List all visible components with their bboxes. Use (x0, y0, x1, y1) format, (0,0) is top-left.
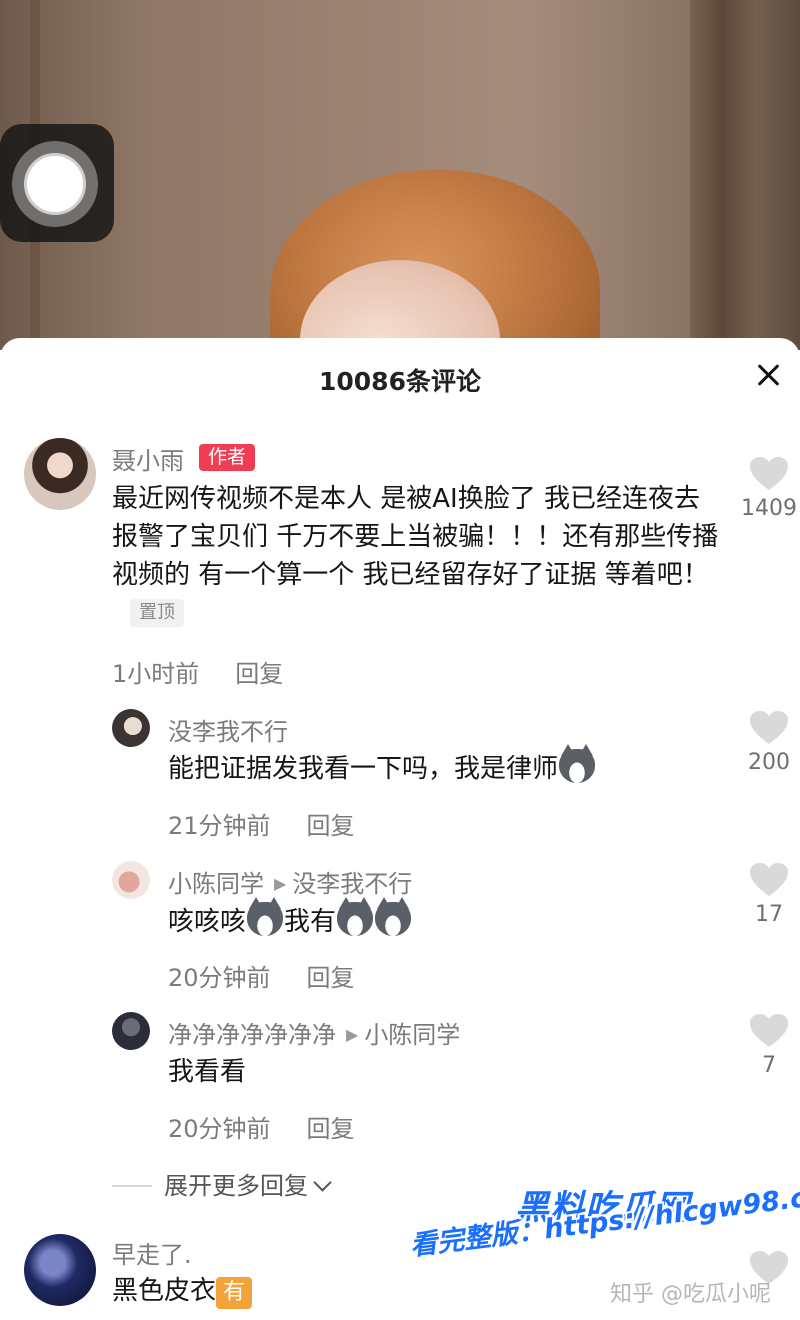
comment-meta: 1小时前 回复 (112, 654, 283, 689)
expand-replies-button[interactable]: 展开更多回复 (112, 1166, 332, 1201)
heart-icon (750, 863, 788, 896)
like-button[interactable]: 7 (739, 1013, 799, 1078)
door-frame (690, 0, 800, 350)
watermark-zhihu: 知乎 @吃瓜小呢 (610, 1282, 771, 1307)
comment-count-title: 10086条评论 (319, 367, 481, 396)
comment-text-body: 最近网传视频不是本人 是被AI换脸了 我已经连夜去报警了宝贝们 千万不要上当被骗… (112, 484, 719, 590)
reply-arrow-icon: ▶ (346, 1025, 359, 1044)
reply-button[interactable]: 回复 (307, 964, 355, 992)
like-count: 1409 (741, 496, 797, 521)
you-emoji-icon: 有 (216, 1277, 253, 1309)
reply-meta: 21分钟前 回复 (168, 806, 355, 841)
reply-text: 能把证据发我看一下吗，我是律师 (168, 744, 728, 788)
reply-username-line: 小陈同学 ▶ 没李我不行 (168, 864, 412, 899)
heart-icon (750, 1014, 788, 1047)
reply-time: 20分钟前 (168, 964, 271, 992)
reply-text-body: 能把证据发我看一下吗，我是律师 (168, 754, 559, 784)
like-count: 17 (755, 902, 783, 927)
reply-arrow-icon: ▶ (274, 874, 287, 893)
husky-emoji-icon (559, 744, 596, 783)
like-count: 7 (762, 1053, 776, 1078)
reply-text: 我看看 (168, 1057, 247, 1087)
reply-time: 20分钟前 (168, 1115, 271, 1143)
reply-to-username[interactable]: 小陈同学 (364, 1021, 460, 1049)
avatar[interactable] (24, 1234, 96, 1306)
comment-text-body: 黑色皮衣 (112, 1276, 217, 1306)
reply-text-part: 咳咳咳 (168, 907, 247, 937)
comment-time: 1小时前 (112, 660, 200, 688)
reply-username[interactable]: 没李我不行 (168, 712, 288, 747)
comment-sheet: 10086条评论 聂小雨 作者 最近网传视频不是本人 是被AI换脸了 我已经连夜… (0, 338, 800, 1320)
assistive-touch-button[interactable] (0, 124, 114, 242)
reply-username[interactable]: 净净净净净净净 (168, 1021, 336, 1049)
close-icon[interactable] (748, 356, 788, 396)
divider-line (112, 1185, 152, 1187)
husky-emoji-icon (247, 897, 284, 936)
reply-meta: 20分钟前 回复 (168, 958, 355, 993)
reply-username-line: 净净净净净净净 ▶ 小陈同学 (168, 1015, 460, 1050)
expand-replies-label: 展开更多回复 (164, 1172, 308, 1200)
like-count: 200 (748, 750, 790, 775)
chevron-down-icon (313, 1173, 332, 1192)
avatar[interactable] (112, 709, 150, 747)
reply-meta: 20分钟前 回复 (168, 1109, 355, 1144)
reply-time: 21分钟前 (168, 812, 271, 840)
avatar[interactable] (112, 1012, 150, 1050)
reply-button[interactable]: 回复 (235, 660, 283, 688)
pinned-badge: 置顶 (130, 599, 184, 627)
assistive-touch-icon (24, 153, 86, 215)
reply-text-part: 我有 (284, 907, 337, 937)
comment-text: 最近网传视频不是本人 是被AI换脸了 我已经连夜去报警了宝贝们 千万不要上当被骗… (112, 480, 722, 632)
video-background (0, 0, 800, 350)
comment-username[interactable]: 早走了. (112, 1235, 192, 1270)
like-button[interactable]: 200 (739, 710, 799, 775)
avatar[interactable] (24, 438, 96, 510)
reply-button[interactable]: 回复 (307, 812, 355, 840)
husky-emoji-icon (375, 897, 412, 936)
avatar[interactable] (112, 861, 150, 899)
like-button[interactable]: 1409 (739, 456, 799, 521)
reply-text: 咳咳咳 我有 (168, 897, 728, 941)
author-badge: 作者 (199, 444, 255, 471)
reply-to-username[interactable]: 没李我不行 (292, 870, 412, 898)
heart-icon (750, 711, 788, 744)
comment-username[interactable]: 聂小雨 (112, 441, 184, 476)
like-button[interactable]: 17 (739, 862, 799, 927)
reply-button[interactable]: 回复 (307, 1115, 355, 1143)
reply-username[interactable]: 小陈同学 (168, 870, 264, 898)
heart-icon (750, 457, 788, 490)
husky-emoji-icon (337, 897, 374, 936)
